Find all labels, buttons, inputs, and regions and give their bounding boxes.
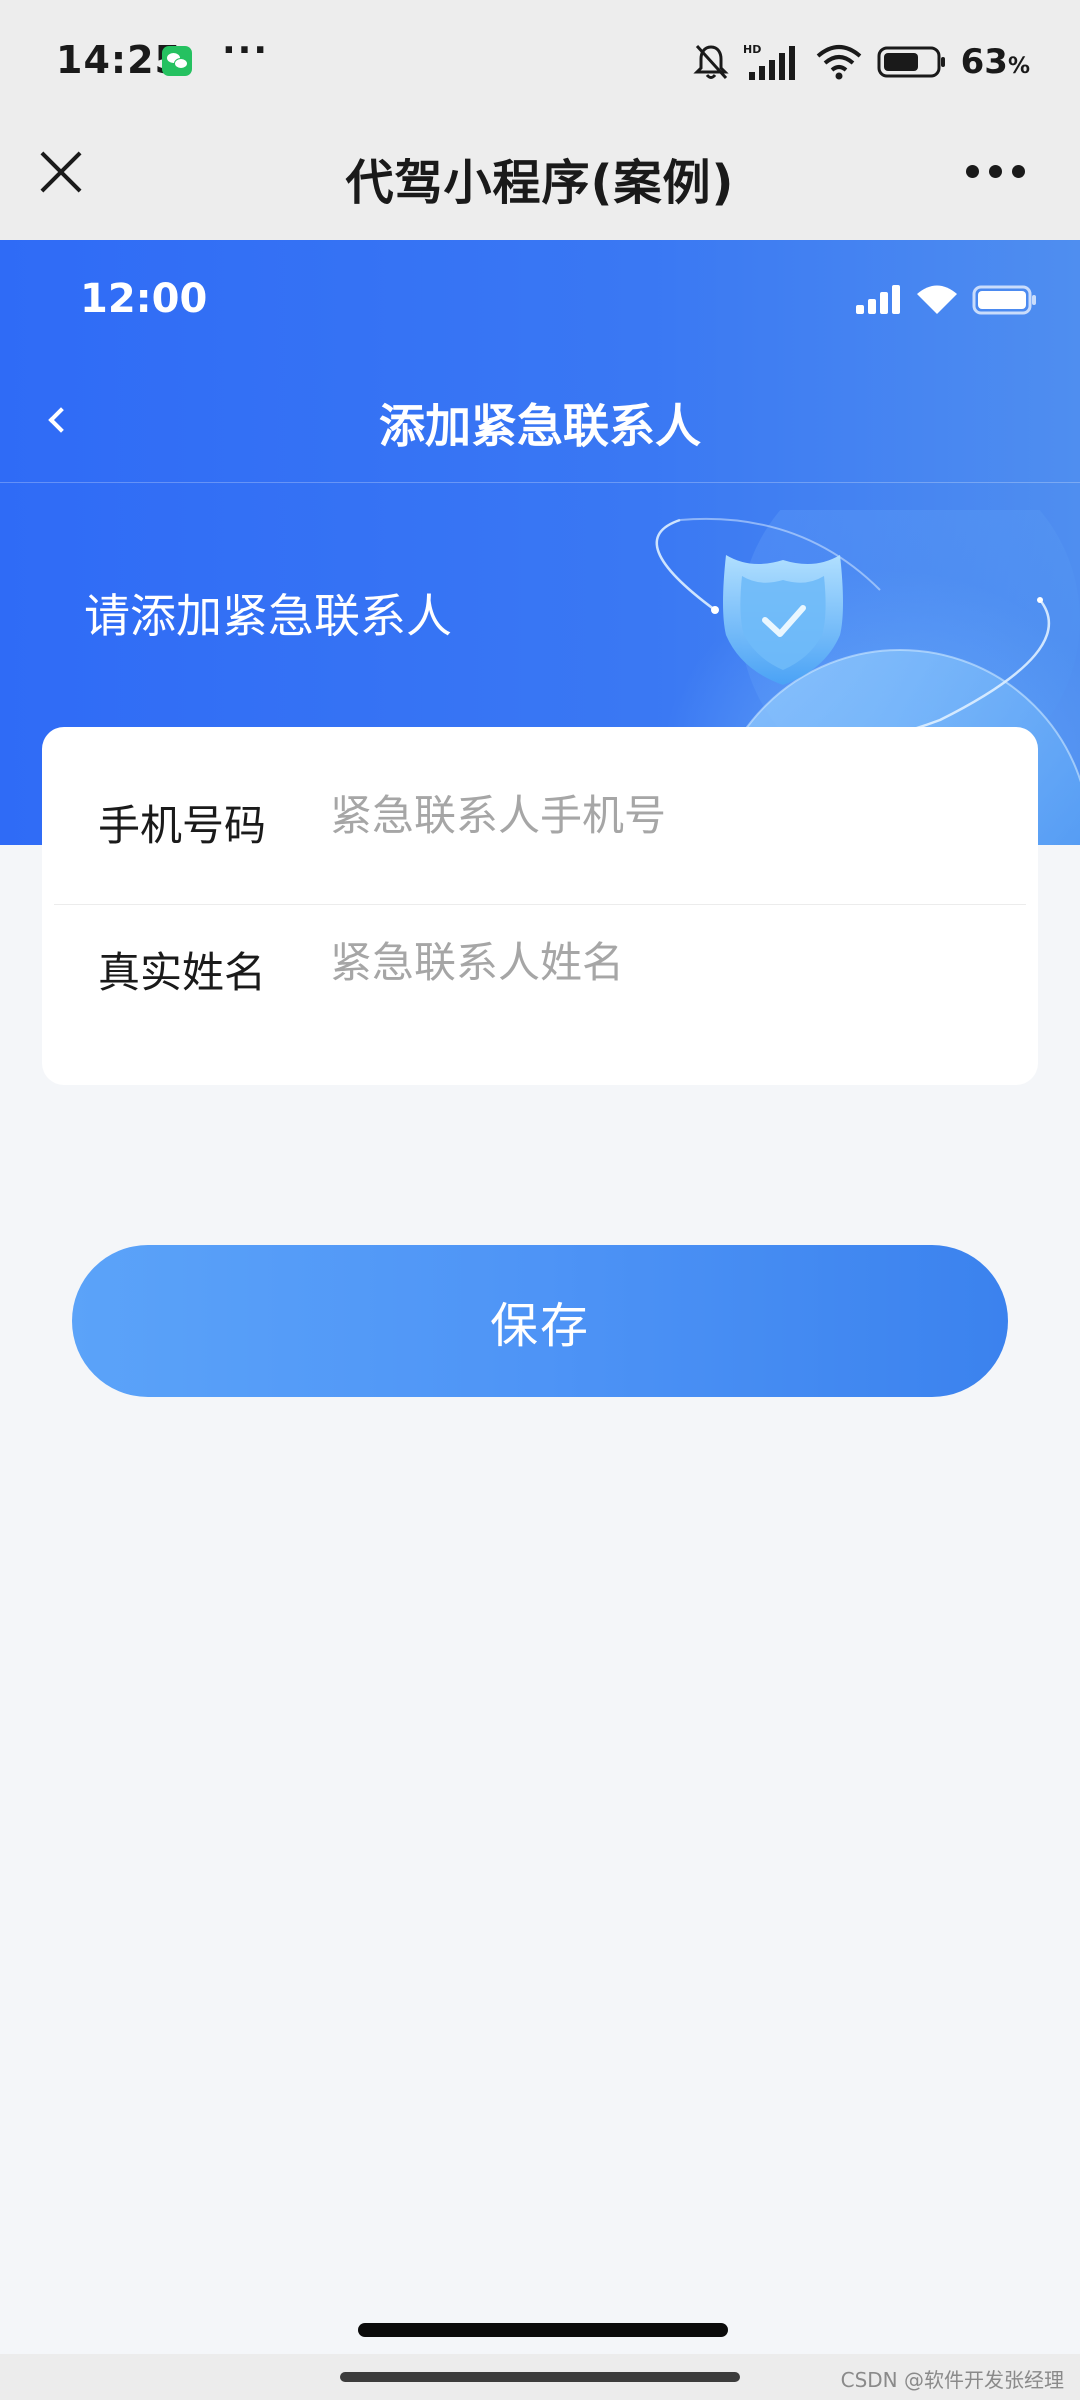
header-subtitle: 请添加紧急联系人 <box>84 589 452 643</box>
cellular-signal-icon <box>856 285 900 314</box>
name-input[interactable] <box>330 929 970 995</box>
save-button[interactable]: 保存 <box>72 1245 1008 1397</box>
system-gesture-bar[interactable] <box>340 2372 740 2382</box>
inner-wifi-icon <box>917 285 957 314</box>
system-indicators: HD 63% <box>693 40 1030 84</box>
contact-form-card: 手机号码 真实姓名 <box>42 727 1038 1085</box>
wechat-icon <box>162 46 192 76</box>
battery-icon <box>877 46 945 78</box>
miniprogram-title-bar: 代驾小程序(案例) <box>0 125 1080 240</box>
phone-input[interactable] <box>330 782 970 848</box>
phone-screen: 14:25 ··· HD 63% 代驾小程序(案例) 12:00 添加紧急联系人… <box>0 0 1080 2400</box>
inner-battery-icon <box>972 285 1036 315</box>
battery-percentage: 63% <box>960 42 1030 82</box>
home-indicator[interactable] <box>358 2323 728 2337</box>
inner-status-time: 12:00 <box>80 276 208 322</box>
hd-signal-icon: HD <box>743 43 795 80</box>
watermark: CSDN @软件开发张经理 <box>840 2368 1064 2392</box>
inner-status-indicators <box>856 284 1038 316</box>
phone-row: 手机号码 <box>42 742 1038 892</box>
system-nav-strip: CSDN @软件开发张经理 <box>0 2354 1080 2400</box>
notification-overflow: ··· <box>222 30 270 71</box>
wifi-icon <box>816 45 861 80</box>
header-divider <box>0 482 1080 483</box>
system-status-bar: 14:25 ··· HD 63% <box>0 0 1080 125</box>
name-row: 真实姓名 <box>42 889 1038 1039</box>
phone-label: 手机号码 <box>98 801 267 850</box>
name-label: 真实姓名 <box>98 948 267 997</box>
miniprogram-title: 代驾小程序(案例) <box>345 155 735 211</box>
svg-text:HD: HD <box>743 43 761 56</box>
bell-muted-icon <box>693 44 729 80</box>
more-options-icon[interactable] <box>966 165 1026 179</box>
page-title: 添加紧急联系人 <box>379 399 701 453</box>
